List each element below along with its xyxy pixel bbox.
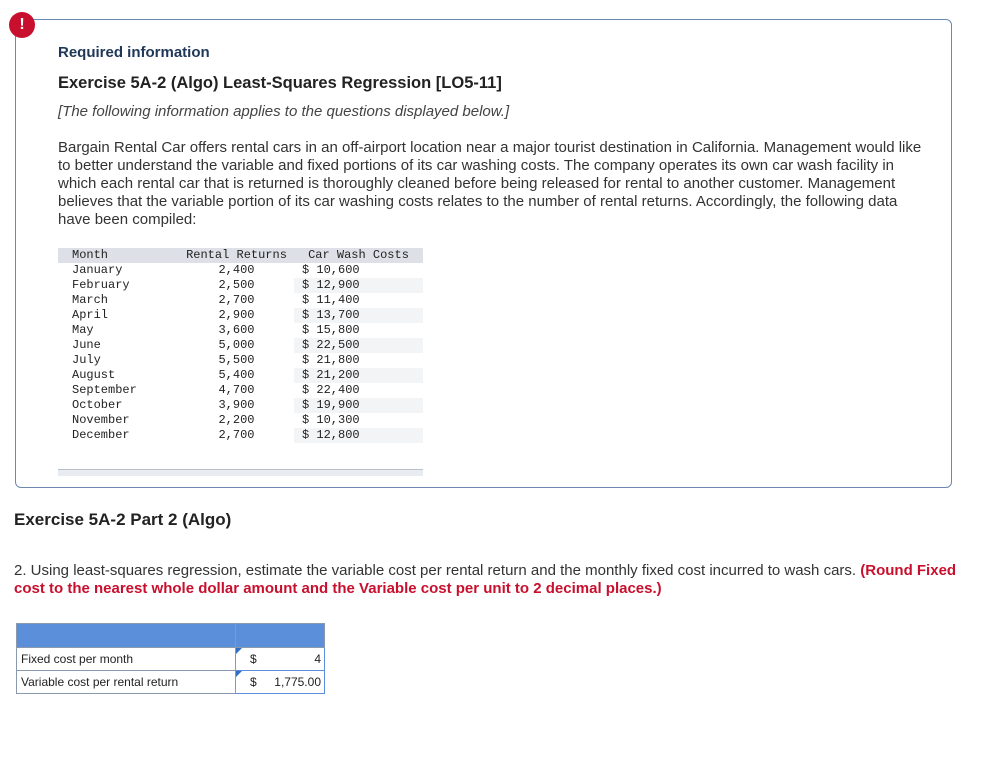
month-cell: February xyxy=(72,278,130,292)
returns-cell: 3,600 xyxy=(218,323,255,337)
table-row: March 2,700 $ 11,400 xyxy=(58,293,423,308)
answer-header-value xyxy=(235,623,325,648)
flag-icon xyxy=(236,648,242,654)
answer-header-row xyxy=(16,623,325,648)
table-header-row: Month Rental Returns Car Wash Costs xyxy=(58,248,423,263)
question-text: 2. Using least-squares regression, estim… xyxy=(14,562,964,598)
table-row: February 2,500 $ 12,900 xyxy=(58,278,423,293)
variable-cost-input[interactable]: $ 1,775.00 xyxy=(235,670,325,694)
variable-cost-currency: $ xyxy=(250,675,257,689)
month-cell: October xyxy=(72,398,123,412)
month-cell: May xyxy=(72,323,94,337)
fixed-cost-label: Fixed cost per month xyxy=(16,647,236,671)
returns-cell: 4,700 xyxy=(218,383,255,397)
returns-cell: 3,900 xyxy=(218,398,255,412)
returns-cell: 2,400 xyxy=(218,263,255,277)
required-info-label: Required information xyxy=(58,44,210,61)
cost-cell: $ 15,800 xyxy=(302,323,360,337)
month-cell: April xyxy=(72,308,109,322)
returns-cell: 2,500 xyxy=(218,278,255,292)
returns-header: Rental Returns xyxy=(179,248,294,263)
returns-cell: 5,500 xyxy=(218,353,255,367)
month-cell: November xyxy=(72,413,130,427)
cost-cell: $ 19,900 xyxy=(294,398,423,413)
flag-icon xyxy=(236,671,242,677)
month-cell: August xyxy=(72,368,116,382)
returns-cell: 2,700 xyxy=(218,293,255,307)
returns-cell: 5,000 xyxy=(218,338,255,352)
month-cell: June xyxy=(72,338,101,352)
cost-cell: $ 21,200 xyxy=(294,368,423,383)
table-row: December 2,700 $ 12,800 xyxy=(58,428,423,443)
problem-paragraph: Bargain Rental Car offers rental cars in… xyxy=(58,139,922,228)
month-cell: September xyxy=(72,383,137,397)
returns-cell: 5,400 xyxy=(218,368,255,382)
table-row: October 3,900 $ 19,900 xyxy=(58,398,423,413)
required-info-panel: Required information Exercise 5A-2 (Algo… xyxy=(15,19,952,488)
answer-header-label xyxy=(16,623,236,648)
cost-cell: $ 12,900 xyxy=(294,278,423,293)
answer-row-variable-cost: Variable cost per rental return $ 1,775.… xyxy=(16,670,325,694)
returns-cell: 2,200 xyxy=(218,413,255,427)
part-title: Exercise 5A-2 Part 2 (Algo) xyxy=(14,510,232,529)
answer-table: Fixed cost per month $ 4 Variable cost p… xyxy=(16,623,325,694)
cost-cell: $ 10,300 xyxy=(302,413,360,427)
table-row: January 2,400 $ 10,600 xyxy=(58,263,423,278)
question-body: 2. Using least-squares regression, estim… xyxy=(14,562,857,579)
cost-cell: $ 12,800 xyxy=(294,428,423,443)
fixed-cost-currency: $ xyxy=(250,652,257,666)
table-row: April 2,900 $ 13,700 xyxy=(58,308,423,323)
table-footer-bar xyxy=(58,469,423,476)
month-header: Month xyxy=(58,248,179,263)
table-row: May 3,600 $ 15,800 xyxy=(58,323,423,338)
table-row: August 5,400 $ 21,200 xyxy=(58,368,423,383)
exercise-title: Exercise 5A-2 (Algo) Least-Squares Regre… xyxy=(58,74,502,92)
fixed-cost-input[interactable]: $ 4 xyxy=(235,647,325,671)
info-note: [The following information applies to th… xyxy=(58,103,510,120)
month-cell: January xyxy=(72,263,123,277)
table-row: September 4,700 $ 22,400 xyxy=(58,383,423,398)
variable-cost-value: 1,775.00 xyxy=(274,675,321,689)
rental-data-table: Month Rental Returns Car Wash Costs Janu… xyxy=(58,248,423,443)
month-cell: July xyxy=(72,353,101,367)
returns-cell: 2,900 xyxy=(218,308,255,322)
costs-header: Car Wash Costs xyxy=(294,248,423,263)
variable-cost-label: Variable cost per rental return xyxy=(16,670,236,694)
month-cell: March xyxy=(72,293,109,307)
table-row: June 5,000 $ 22,500 xyxy=(58,338,423,353)
alert-icon: ! xyxy=(9,12,35,38)
table-row: July 5,500 $ 21,800 xyxy=(58,353,423,368)
fixed-cost-value: 4 xyxy=(314,652,321,666)
cost-cell: $ 22,500 xyxy=(294,338,423,353)
returns-cell: 2,700 xyxy=(218,428,255,442)
month-cell: December xyxy=(72,428,130,442)
answer-row-fixed-cost: Fixed cost per month $ 4 xyxy=(16,647,325,671)
cost-cell: $ 11,400 xyxy=(302,293,360,307)
cost-cell: $ 22,400 xyxy=(302,383,360,397)
table-row: November 2,200 $ 10,300 xyxy=(58,413,423,428)
cost-cell: $ 21,800 xyxy=(302,353,360,367)
cost-cell: $ 10,600 xyxy=(302,263,360,277)
cost-cell: $ 13,700 xyxy=(294,308,423,323)
